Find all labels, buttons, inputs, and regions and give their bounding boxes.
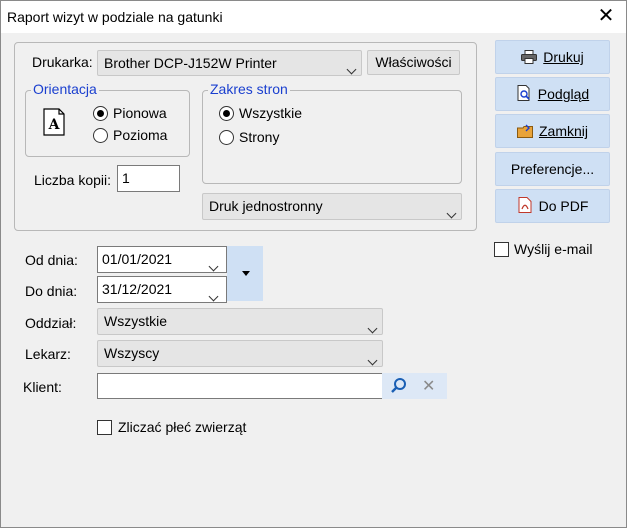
date-from-value: 01/01/2021 <box>102 251 173 267</box>
duplex-select[interactable]: Druk jednostronny <box>202 193 462 220</box>
print-button-label: Drukuj <box>543 49 584 65</box>
pdf-icon <box>517 192 533 225</box>
printer-icon <box>521 43 538 76</box>
client-input[interactable] <box>97 373 383 399</box>
client-label: Klient: <box>23 379 62 395</box>
preview-button-label: Podgląd <box>537 86 590 102</box>
printer-select-value: Brother DCP-J152W Printer <box>104 55 277 71</box>
to-pdf-button[interactable]: Do PDF <box>495 189 610 223</box>
branch-select-value: Wszystkie <box>104 313 167 329</box>
date-to-picker[interactable]: 31/12/2021 <box>97 276 227 303</box>
chevron-down-icon <box>367 347 378 372</box>
client-search-actions: ✕ <box>382 373 447 399</box>
page-range-radio[interactable] <box>219 130 234 145</box>
date-range-preset-button[interactable] <box>227 246 263 301</box>
close-button-label: Zamknij <box>538 123 588 139</box>
landscape-label[interactable]: Pozioma <box>113 127 167 143</box>
copies-input[interactable]: 1 <box>117 165 180 192</box>
report-dialog: Raport wizyt w podziale na gatunki ✕ Dru… <box>0 0 627 528</box>
duplex-select-value: Druk jednostronny <box>209 198 323 214</box>
orientation-group-title: Orientacja <box>31 81 99 97</box>
title-bar: Raport wizyt w podziale na gatunki ✕ <box>1 1 626 33</box>
count-sex-label[interactable]: Zliczać płeć zwierząt <box>118 419 246 435</box>
count-sex-checkbox[interactable] <box>97 420 112 435</box>
preferences-button-label: Preferencje... <box>510 161 595 177</box>
properties-button[interactable]: Właściwości <box>367 50 460 75</box>
branch-label: Oddział: <box>25 315 77 331</box>
portrait-radio[interactable] <box>93 106 108 121</box>
page-range-label[interactable]: Strony <box>239 129 279 145</box>
portrait-icon-letter: A <box>48 117 61 133</box>
print-button[interactable]: Drukuj <box>495 40 610 74</box>
close-button[interactable]: Zamknij <box>495 114 610 148</box>
copies-label: Liczba kopii: <box>34 172 112 188</box>
chevron-down-icon <box>367 315 378 340</box>
portrait-label[interactable]: Pionowa <box>113 105 167 121</box>
chevron-down-icon <box>208 283 219 307</box>
preview-button[interactable]: Podgląd <box>495 77 610 111</box>
date-from-label: Od dnia: <box>25 252 78 268</box>
folder-exit-icon <box>516 117 533 150</box>
doctor-select[interactable]: Wszyscy <box>97 340 383 367</box>
doctor-select-value: Wszyscy <box>104 345 160 361</box>
date-to-label: Do dnia: <box>25 283 78 299</box>
printer-label: Drukarka: <box>32 54 93 70</box>
window-title: Raport wizyt w podziale na gatunki <box>7 9 223 25</box>
to-pdf-button-label: Do PDF <box>538 198 589 214</box>
all-pages-label[interactable]: Wszystkie <box>239 105 302 121</box>
caret-down-icon <box>242 271 250 276</box>
send-email-label[interactable]: Wyślij e-mail <box>514 241 592 257</box>
preferences-button[interactable]: Preferencje... <box>495 152 610 186</box>
date-from-picker[interactable]: 01/01/2021 <box>97 246 227 273</box>
preview-icon <box>516 80 532 113</box>
doctor-label: Lekarz: <box>25 346 71 362</box>
search-icon[interactable] <box>390 377 408 395</box>
chevron-down-icon <box>346 56 357 80</box>
chevron-down-icon <box>446 200 457 225</box>
close-icon[interactable]: ✕ <box>593 5 619 29</box>
all-pages-radio[interactable] <box>219 106 234 121</box>
printer-select[interactable]: Brother DCP-J152W Printer <box>97 50 362 76</box>
send-email-checkbox[interactable] <box>494 242 509 257</box>
date-to-value: 31/12/2021 <box>102 281 173 297</box>
clear-icon[interactable]: ✕ <box>422 376 435 396</box>
page-range-group-title: Zakres stron <box>208 81 290 97</box>
chevron-down-icon <box>208 253 219 277</box>
branch-select[interactable]: Wszystkie <box>97 308 383 335</box>
landscape-radio[interactable] <box>93 128 108 143</box>
portrait-page-icon: A <box>41 108 67 136</box>
